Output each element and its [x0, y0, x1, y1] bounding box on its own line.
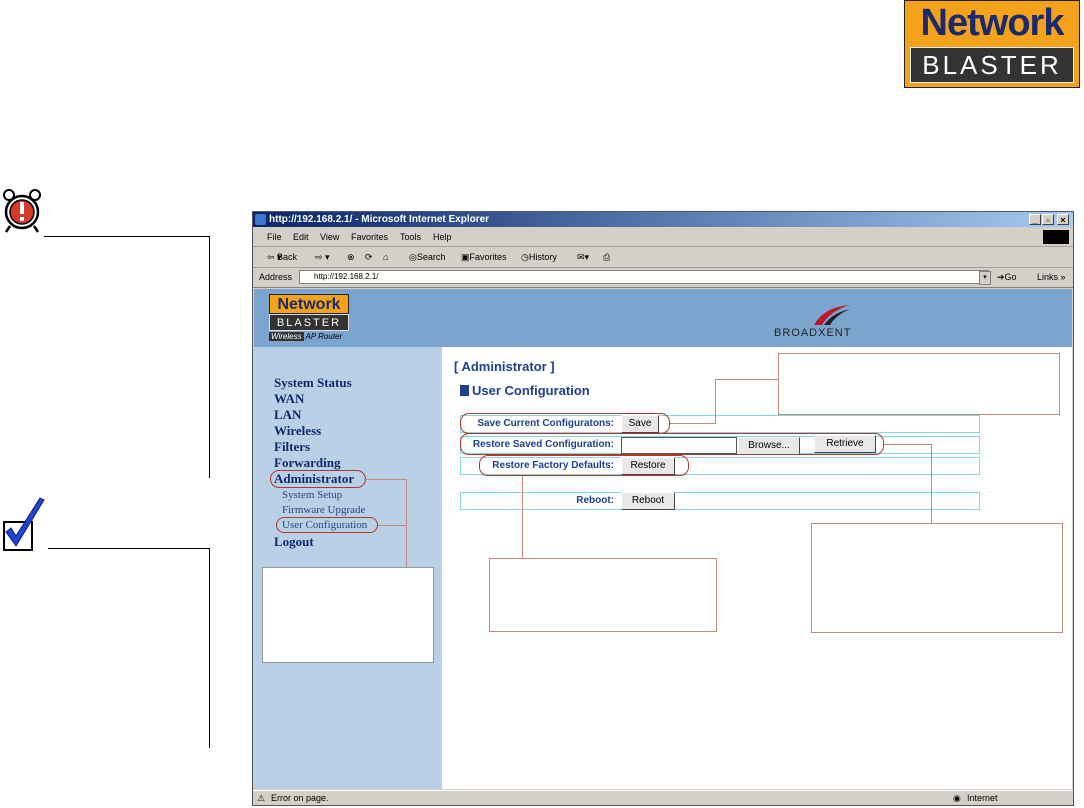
network-blaster-logo: Network BLASTER — [904, 0, 1080, 88]
check-note-line-v — [209, 548, 210, 748]
zone-text: Internet — [967, 793, 998, 803]
links-label: Links — [1037, 272, 1059, 282]
back-label: Back — [277, 252, 298, 262]
status-text: Error on page. — [271, 793, 329, 803]
page-title: User Configuration — [472, 383, 590, 398]
nav-logout[interactable]: Logout — [274, 534, 314, 550]
menu-edit[interactable]: Edit — [293, 228, 309, 246]
address-label: Address — [259, 272, 293, 282]
title-bar: http://192.168.2.1/ - Microsoft Internet… — [253, 212, 1073, 227]
window-title: http://192.168.2.1/ - Microsoft Internet… — [269, 214, 490, 225]
callout-line-sidebar-v — [406, 479, 407, 567]
go-button[interactable]: ➔Go — [997, 268, 1017, 287]
router-logo-bottom: BLASTER — [269, 314, 349, 331]
warning-note-line-v — [209, 236, 210, 478]
search-label: Search — [416, 252, 446, 262]
nav-system-status[interactable]: System Status — [274, 375, 352, 391]
maximize-button[interactable]: ▫ — [1042, 214, 1054, 225]
logo-bottom-text: BLASTER — [910, 47, 1074, 83]
nav-wireless[interactable]: Wireless — [274, 423, 321, 439]
status-bar: ⚠ Error on page. ◉ Internet — [253, 790, 1073, 806]
factory-highlight-oval — [479, 455, 689, 476]
save-callout-box — [778, 353, 1060, 415]
toolbar: ⇦ Back ▾ ⇨ ▾ ⊗ ⟳ ⌂ ◎ Search ▣ Favorites ◷ H… — [253, 247, 1073, 268]
broadxent-brand: BROADXENT — [774, 327, 852, 339]
factory-callout-box — [489, 558, 717, 632]
stop-icon[interactable]: ⊗ — [347, 247, 355, 267]
user-config-highlight-oval — [276, 517, 378, 533]
menu-tools[interactable]: Tools — [400, 228, 421, 246]
logo-wireless: Wireless — [269, 332, 304, 341]
windows-logo-icon — [1043, 230, 1069, 244]
checkmark-note-icon — [3, 497, 45, 551]
mail-icon[interactable]: ✉▾ — [577, 247, 589, 267]
save-highlight-oval — [460, 413, 670, 434]
address-dropdown-icon[interactable]: ▾ — [979, 271, 991, 285]
check-note-line-h — [48, 548, 210, 549]
reboot-label: Reboot: — [576, 495, 614, 506]
alarm-clock-warning-icon — [3, 189, 41, 233]
close-button[interactable]: × — [1057, 214, 1069, 225]
user-config-bullet-icon — [460, 385, 469, 396]
page-content: Network BLASTER Wireless AP Router BROAD… — [254, 289, 1072, 789]
history-label: History — [528, 252, 557, 262]
menu-bar: File Edit View Favorites Tools Help — [253, 228, 1073, 247]
subnav-firmware-upgrade[interactable]: Firmware Upgrade — [282, 503, 365, 517]
print-icon[interactable]: ⎙ — [603, 247, 610, 267]
retrieve-callout-line-v — [931, 444, 932, 523]
retrieve-callout-line-h — [884, 444, 932, 445]
internet-zone-icon: ◉ — [953, 793, 961, 803]
warning-note-line-h — [44, 236, 210, 237]
go-label: Go — [1004, 272, 1017, 282]
broadxent-swoosh-icon — [814, 305, 850, 325]
section-title: [ Administrator ] — [454, 359, 555, 374]
sidebar: System Status WAN LAN Wireless Filters F… — [254, 347, 442, 789]
router-logo: Network BLASTER Wireless AP Router — [269, 294, 349, 342]
page-banner: Network BLASTER Wireless AP Router BROAD… — [254, 289, 1072, 347]
reboot-button[interactable]: Reboot — [621, 492, 675, 510]
links-button[interactable]: Links » — [1037, 268, 1066, 287]
refresh-icon[interactable]: ⟳ — [365, 247, 373, 267]
address-input[interactable]: http://192.168.2.1/ — [299, 270, 989, 284]
back-button[interactable]: ⇦ Back ▾ — [267, 247, 297, 267]
favorites-button[interactable]: ▣ Favorites — [461, 247, 507, 267]
menu-file[interactable]: File — [267, 228, 282, 246]
factory-callout-line-v — [522, 476, 523, 558]
subnav-system-setup[interactable]: System Setup — [282, 488, 342, 502]
minimize-button[interactable]: _ — [1029, 214, 1041, 225]
menu-help[interactable]: Help — [433, 228, 452, 246]
logo-ap-router: AP Router — [305, 332, 343, 341]
browser-window: http://192.168.2.1/ - Microsoft Internet… — [252, 211, 1074, 806]
restore-saved-highlight-oval — [460, 433, 884, 455]
favorites-label: Favorites — [469, 252, 507, 262]
retrieve-callout-box — [811, 523, 1063, 633]
ie-icon — [255, 214, 266, 225]
nav-forwarding[interactable]: Forwarding — [274, 455, 340, 471]
callout-line-userconf-h — [378, 525, 406, 526]
save-callout-line-h — [715, 379, 778, 380]
address-bar: Address http://192.168.2.1/ ▾ ➔Go Links … — [253, 268, 1073, 288]
menu-view[interactable]: View — [320, 228, 339, 246]
nav-wan[interactable]: WAN — [274, 391, 304, 407]
router-logo-top: Network — [269, 294, 349, 314]
history-button[interactable]: ◷ History — [521, 247, 557, 267]
menu-favorites[interactable]: Favorites — [351, 228, 388, 246]
save-callout-line-v — [715, 379, 716, 423]
logo-top-text: Network — [920, 2, 1065, 44]
administrator-highlight-oval — [270, 470, 366, 488]
callout-line-admin-h — [364, 479, 406, 480]
nav-lan[interactable]: LAN — [274, 407, 301, 423]
error-warning-icon[interactable]: ⚠ — [257, 791, 265, 806]
forward-button[interactable]: ⇨ ▾ — [315, 247, 330, 267]
search-button[interactable]: ◎ Search — [409, 247, 445, 267]
sidebar-callout-box — [262, 567, 434, 663]
save-callout-line-h2 — [670, 423, 716, 424]
home-icon[interactable]: ⌂ — [383, 247, 388, 267]
nav-filters[interactable]: Filters — [274, 439, 310, 455]
router-logo-subtitle: Wireless AP Router — [269, 332, 349, 342]
